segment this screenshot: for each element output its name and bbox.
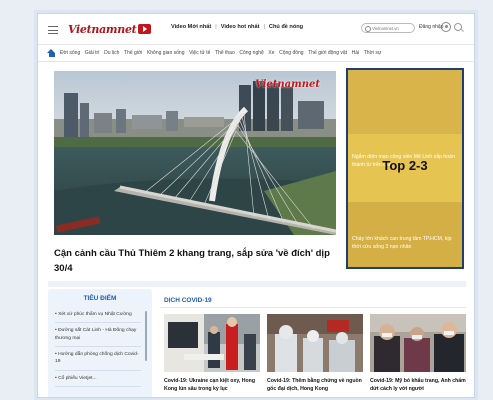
focus-scrollbar[interactable] — [145, 311, 147, 361]
masked-people-photo — [370, 314, 466, 372]
site-logo[interactable]: Vietnamnet — [68, 22, 152, 36]
focus-title: TIÊU ĐIỂM — [83, 295, 117, 302]
ambulance-photo — [164, 314, 260, 372]
nav-item-cong-dong[interactable]: Cộng đồng — [279, 50, 303, 56]
list-item[interactable]: • Xét xử phúc thẩm vụ Nhật Cường — [55, 311, 141, 324]
hamburger-menu-icon[interactable] — [48, 26, 58, 34]
list-item-label: Đường sắt Cát Linh - Hà Đông chạy thương… — [55, 328, 137, 341]
nav-item-xe[interactable]: Xe — [268, 50, 274, 56]
nav-item-viec-tu-te[interactable]: Việc tử tế — [189, 50, 210, 56]
news-page: Vietnamnet Video Mới nhất | Video hot nh… — [37, 13, 475, 398]
nav-item-the-gioi[interactable]: Thế giới — [124, 50, 142, 56]
article-title-3[interactable]: Covid-19: Mỹ bỏ khẩu trang, Anh chấm dứt… — [370, 377, 468, 393]
home-icon[interactable] — [47, 49, 56, 57]
article-thumbnail-3[interactable] — [370, 314, 466, 372]
focus-panel: TIÊU ĐIỂM • Xét xử phúc thẩm vụ Nhật Cườ… — [48, 289, 152, 397]
separator: | — [215, 24, 217, 30]
list-item[interactable]: • Hướng dẫn phòng chống dịch Covid-19 — [55, 351, 141, 371]
top-stories-block[interactable]: Ngắm diện mạo công viên Mê Linh sắp hoàn… — [346, 68, 464, 269]
nav-item-cong-nghe[interactable]: Công nghệ — [239, 50, 263, 56]
hero-image[interactable]: Vietnamnet — [54, 71, 336, 235]
nav-item-giai-tri[interactable]: Giải trí — [85, 50, 100, 56]
top-stories-label: Top 2-3 — [382, 158, 428, 173]
article-title-2[interactable]: Covid-19: Thêm bằng chứng về nguồn gốc đ… — [267, 377, 365, 393]
nav-item-the-thao[interactable]: Thể thao — [215, 50, 235, 56]
story-image-2[interactable] — [348, 202, 462, 267]
logo-text: Vietnamnet — [68, 22, 137, 36]
search-input[interactable]: Vietnamnet.vn — [361, 23, 415, 33]
hero-watermark: Vietnamnet — [255, 79, 320, 90]
story-image-1[interactable] — [348, 70, 462, 134]
article-title-1[interactable]: Covid-19: Ukraine cạn kiệt oxy, Hong Kon… — [164, 377, 262, 393]
nav-item-hai[interactable]: Hài — [352, 50, 360, 56]
list-item-label: Xét xử phúc thẩm vụ Nhật Cường — [58, 312, 132, 317]
bridge-photo — [54, 71, 336, 235]
article-thumbnail-2[interactable] — [267, 314, 363, 372]
link-hot-video[interactable]: Video hot nhất — [221, 24, 260, 30]
story-title-2[interactable]: Chảy lớn khách can trung tâm TP.HCM, kịp… — [352, 236, 460, 251]
video-play-icon — [138, 24, 152, 34]
covid-section-title[interactable]: DỊCH COVID-19 — [164, 297, 212, 304]
list-item-label: Cổ phiếu Vietjet... — [58, 375, 97, 381]
user-icon[interactable] — [441, 22, 451, 32]
separator: | — [263, 24, 265, 30]
category-nav: Đời sống Giải trí Du lịch Thế giới Không… — [38, 44, 474, 62]
link-hot-topics[interactable]: Chủ đề nóng — [269, 24, 303, 30]
search-icon[interactable] — [454, 23, 462, 31]
covid-section: DỊCH COVID-19 Covid-19: Ukraine cạn kiệt… — [160, 289, 468, 397]
hero-headline[interactable]: Cận cảnh cầu Thủ Thiêm 2 khang trang, sắ… — [54, 247, 344, 276]
nav-item-du-lich[interactable]: Du lịch — [104, 50, 119, 56]
top-header: Vietnamnet Video Mới nhất | Video hot nh… — [38, 14, 474, 44]
article-thumbnail-1[interactable] — [164, 314, 260, 372]
link-newest-video[interactable]: Video Mới nhất — [171, 24, 211, 30]
list-item-label: Hướng dẫn phòng chống dịch Covid-19 — [55, 352, 139, 365]
focus-list: • Xét xử phúc thẩm vụ Nhật Cường • Đường… — [55, 311, 141, 391]
nav-item-khong-gian-song[interactable]: Không gian sống — [147, 50, 185, 56]
nav-item-doi-song[interactable]: Đời sống — [60, 50, 80, 56]
section-divider — [48, 281, 466, 287]
divider — [160, 307, 466, 308]
nav-item-the-gioi-dong-vat[interactable]: Thế giới động vật — [308, 50, 347, 56]
list-item[interactable]: • Cổ phiếu Vietjet... — [55, 375, 141, 388]
login-link[interactable]: Đăng nhập — [419, 24, 443, 30]
top-links: Video Mới nhất | Video hot nhất | Chủ đề… — [171, 24, 303, 30]
nav-item-thoi-su[interactable]: Thời sự — [364, 50, 381, 56]
lab-photo — [267, 314, 363, 372]
list-item[interactable]: • Đường sắt Cát Linh - Hà Đông chạy thươ… — [55, 327, 141, 348]
